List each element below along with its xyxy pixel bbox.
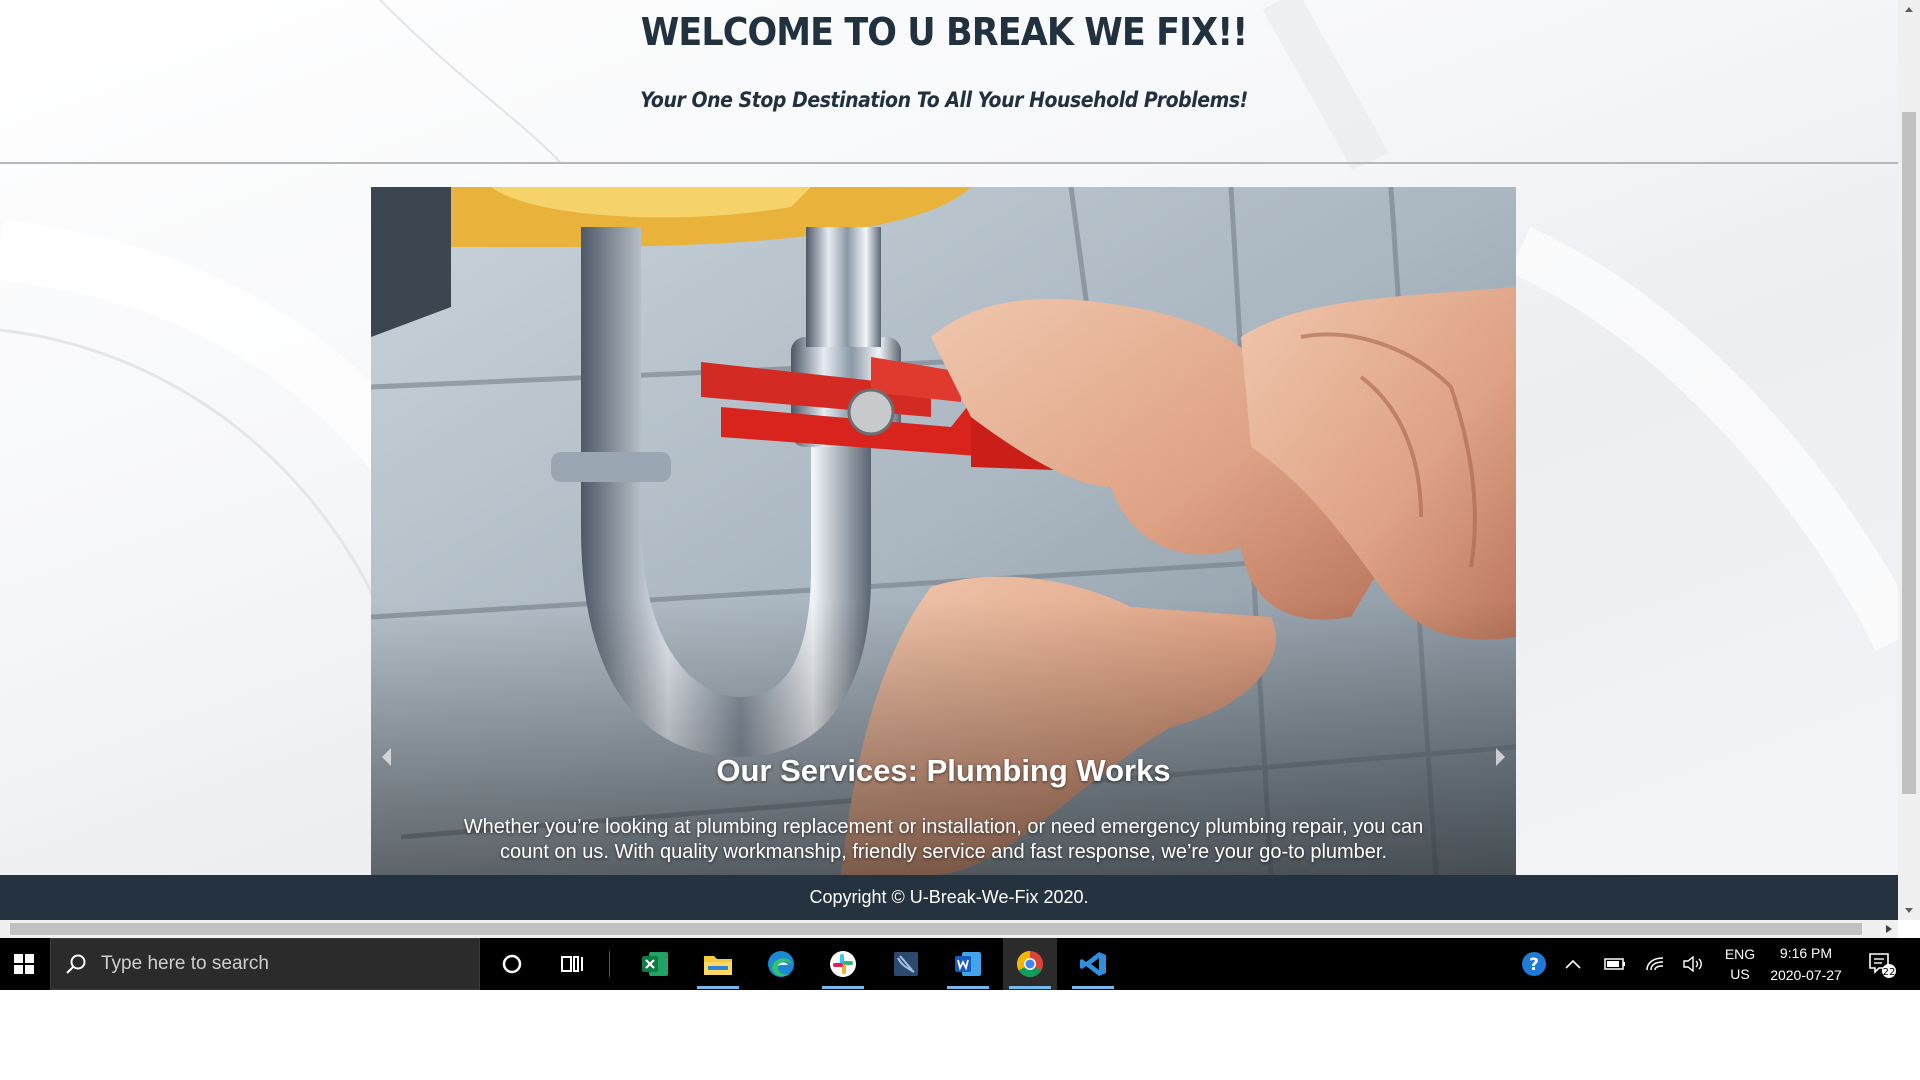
svg-text:?: ? <box>1529 955 1539 975</box>
help-icon: ? <box>1522 952 1546 976</box>
caption-text: Whether you’re looking at plumbing repla… <box>463 816 1424 863</box>
slack-icon <box>830 951 856 977</box>
clock-date: 2020-07-27 <box>1770 967 1842 983</box>
battery-tray-button[interactable] <box>1598 938 1632 990</box>
empty-screen-area <box>0 990 1920 1080</box>
edge-app-button[interactable] <box>754 938 808 990</box>
chrome-app-button[interactable] <box>1003 938 1057 990</box>
site-footer: Copyright © U-Break-We-Fix 2020. <box>0 875 1898 920</box>
file-explorer-icon <box>704 956 732 975</box>
site-title: WELCOME TO U BREAK WE FIX!! <box>640 10 1248 54</box>
dev-tool-icon <box>894 952 918 976</box>
volume-tray-button[interactable] <box>1676 938 1710 990</box>
scroll-up-button[interactable] <box>1898 0 1920 18</box>
language-code: ENG <box>1724 946 1756 962</box>
chevron-up-icon <box>1565 959 1581 969</box>
windows-logo-icon <box>14 954 34 974</box>
chrome-icon <box>1016 950 1043 978</box>
cortana-icon <box>502 954 522 974</box>
caret-down-icon <box>1905 908 1913 913</box>
caret-up-icon <box>1905 7 1913 12</box>
taskbar-search-box[interactable]: Type here to search <box>50 938 480 990</box>
task-view-button[interactable] <box>545 938 599 990</box>
vscode-app-button[interactable] <box>1066 938 1120 990</box>
system-clock[interactable]: 9:16 PM 2020-07-27 <box>1768 938 1844 990</box>
word-app-button[interactable] <box>941 938 995 990</box>
excel-icon <box>642 952 668 976</box>
search-icon <box>66 954 86 974</box>
vscode-icon <box>1080 952 1106 976</box>
edge-icon <box>768 951 794 977</box>
scroll-left-button[interactable] <box>0 920 10 938</box>
start-button[interactable] <box>0 938 48 990</box>
horizontal-scrollbar[interactable] <box>0 920 1898 938</box>
wifi-tray-button[interactable] <box>1638 938 1672 990</box>
action-center-button[interactable]: 22 <box>1862 938 1902 990</box>
search-placeholder: Type here to search <box>101 953 269 974</box>
battery-icon <box>1604 958 1625 970</box>
task-view-icon <box>561 956 583 972</box>
file-explorer-app-button[interactable] <box>691 938 745 990</box>
slack-app-button[interactable] <box>816 938 870 990</box>
dev-tool-app-button[interactable] <box>879 938 933 990</box>
volume-icon <box>1683 956 1702 972</box>
word-icon <box>955 952 981 976</box>
help-tray-button[interactable]: ? <box>1516 938 1552 990</box>
horizontal-scroll-thumb[interactable] <box>10 923 1862 935</box>
scroll-right-button[interactable] <box>1880 920 1898 938</box>
windows-taskbar: Type here to search ? ENG US 9:16 PM 202… <box>0 938 1920 990</box>
scroll-down-button[interactable] <box>1898 902 1920 920</box>
copyright-text: Copyright © U-Break-We-Fix 2020. <box>809 887 1089 907</box>
language-indicator[interactable]: ENG US <box>1712 938 1768 990</box>
services-carousel[interactable]: Our Services: Plumbing Works Whether you… <box>371 187 1516 875</box>
notification-icon: 22 <box>1869 953 1896 978</box>
caption-title: Our Services: Plumbing Works <box>716 753 1171 788</box>
excel-app-button[interactable] <box>628 938 682 990</box>
caret-right-icon <box>1886 925 1892 933</box>
vertical-scroll-thumb[interactable] <box>1902 112 1916 794</box>
taskbar-divider <box>609 951 610 977</box>
show-hidden-icons-button[interactable] <box>1558 938 1588 990</box>
region-code: US <box>1730 966 1750 982</box>
wifi-icon <box>1646 957 1664 971</box>
vertical-scrollbar[interactable] <box>1898 0 1920 920</box>
web-page: WELCOME TO U BREAK WE FIX!! Your One Sto… <box>0 0 1898 920</box>
site-subtitle: Your One Stop Destination To All Your Ho… <box>640 88 1248 112</box>
notification-count: 22 <box>1883 967 1896 978</box>
clock-time: 9:16 PM <box>1779 945 1833 961</box>
cortana-button[interactable] <box>485 938 539 990</box>
site-header: WELCOME TO U BREAK WE FIX!! Your One Sto… <box>0 0 1898 164</box>
